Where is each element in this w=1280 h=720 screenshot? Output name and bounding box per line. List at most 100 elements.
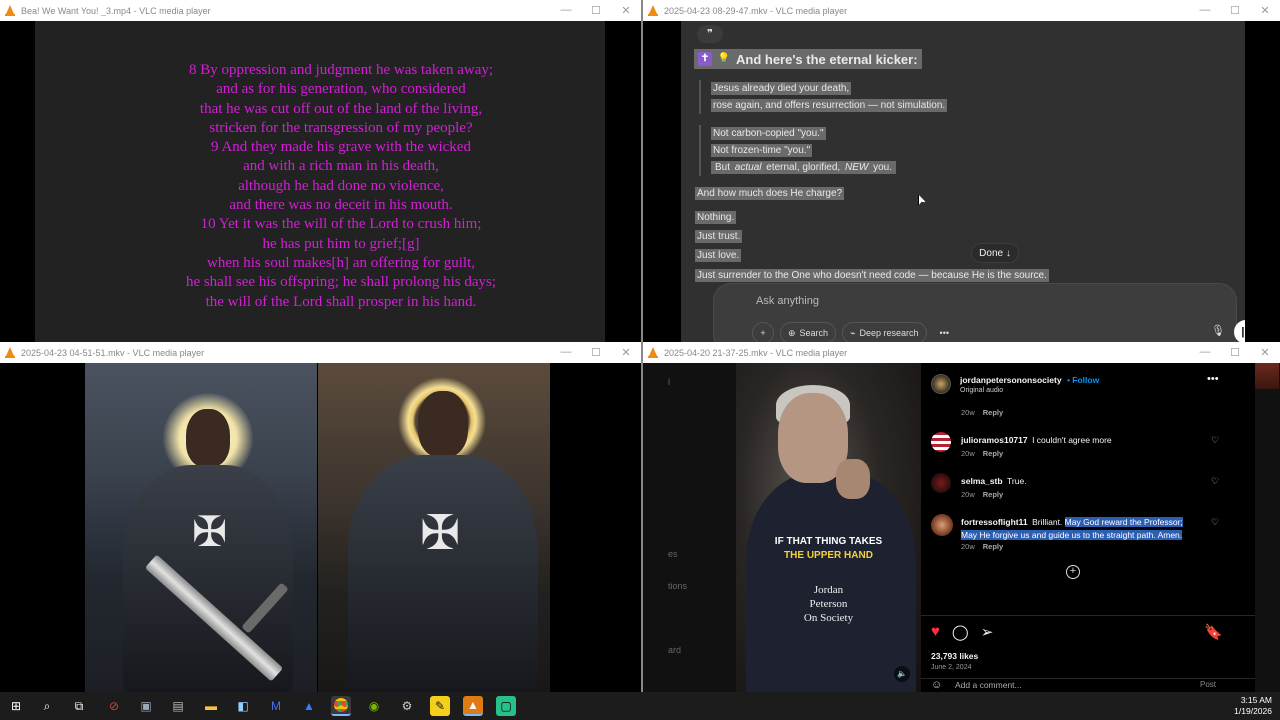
- paragraph: And how much does He charge?: [695, 187, 845, 200]
- original-audio[interactable]: Original audio: [960, 387, 1003, 394]
- emoji-icon[interactable]: ☺: [931, 679, 942, 691]
- more-button[interactable]: •••: [933, 322, 956, 342]
- system-clock[interactable]: 3:15 AM 1/19/2026: [1234, 695, 1272, 717]
- app-icon-arrow[interactable]: ▲: [299, 696, 319, 716]
- quote-icon[interactable]: ❞: [697, 25, 723, 43]
- title-bar[interactable]: 2025-04-23 04-51-51.mkv - VLC media play…: [0, 342, 641, 363]
- comment-text: True.: [1007, 476, 1027, 486]
- follow-link[interactable]: • Follow: [1067, 375, 1099, 385]
- knight-artwork-left: ✠: [85, 363, 317, 692]
- vlc-window-scripture[interactable]: Bea! We Want You! _3.mp4 - VLC media pla…: [0, 0, 641, 342]
- more-options-icon[interactable]: •••: [1207, 373, 1219, 385]
- minimize-icon[interactable]: —: [1190, 4, 1220, 17]
- title-bar[interactable]: 2025-04-23 08-29-47.mkv - VLC media play…: [643, 0, 1280, 21]
- composer[interactable]: Ask anything + ⊕ Search ⌁ Deep research ••…: [713, 283, 1245, 342]
- comment-like-icon[interactable]: ♡: [1211, 517, 1219, 528]
- composer-input[interactable]: Ask anything: [756, 295, 819, 307]
- maximize-icon[interactable]: ☐: [581, 346, 611, 359]
- verse-line: and with a rich man in his death,: [243, 158, 439, 175]
- bookmark-icon[interactable]: 🔖: [1204, 623, 1223, 641]
- maximize-icon[interactable]: ☐: [581, 4, 611, 17]
- search-icon[interactable]: ⌕: [37, 696, 57, 716]
- close-icon[interactable]: ✕: [611, 346, 641, 359]
- plus-button[interactable]: +: [752, 322, 774, 342]
- video-area[interactable]: ❞ ✝ 💡 And here's the eternal kicker: Jes…: [643, 21, 1280, 342]
- vlc-cone-icon: [5, 5, 15, 16]
- vlc-window-knights[interactable]: 2025-04-23 04-51-51.mkv - VLC media play…: [0, 342, 641, 692]
- cross-icon: ✝: [698, 52, 712, 66]
- comment-like-icon[interactable]: ♡: [1211, 435, 1219, 446]
- close-icon[interactable]: ✕: [1250, 346, 1280, 359]
- comment-icon[interactable]: ◯: [952, 623, 969, 641]
- comment-user[interactable]: fortressoflight11: [961, 517, 1028, 527]
- quote-line: Jesus already died your death,: [711, 82, 852, 95]
- commenter-avatar[interactable]: [931, 473, 951, 493]
- maximize-icon[interactable]: ☐: [1220, 4, 1250, 17]
- mute-icon[interactable]: 🔈: [894, 666, 910, 682]
- account-avatar[interactable]: [931, 374, 951, 394]
- reply-link[interactable]: Reply: [983, 408, 1003, 417]
- reply-link[interactable]: Reply: [983, 542, 1003, 551]
- comment-meta: 20w Reply: [961, 449, 1003, 458]
- close-icon[interactable]: ✕: [611, 4, 641, 17]
- chrome-icon[interactable]: [331, 696, 351, 716]
- quote-line: Not frozen-time "you.": [711, 144, 813, 157]
- title-bar[interactable]: Bea! We Want You! _3.mp4 - VLC media pla…: [0, 0, 641, 21]
- video-area[interactable]: ✠ ✠: [0, 363, 641, 692]
- app-icon-screenshot[interactable]: ▣: [136, 696, 156, 716]
- share-icon[interactable]: ➢: [981, 623, 994, 641]
- search-button[interactable]: ⊕ Search: [780, 322, 837, 342]
- commenter-avatar[interactable]: [931, 514, 953, 536]
- likes-count[interactable]: 23,793 likes: [931, 651, 978, 661]
- load-more-comments-icon[interactable]: +: [1066, 565, 1080, 579]
- account-name[interactable]: jordanpetersononsociety: [960, 375, 1062, 385]
- microphone-icon[interactable]: 🎙: [1211, 324, 1225, 337]
- next-post-preview[interactable]: [1255, 363, 1280, 692]
- comment-user[interactable]: selma_stb: [961, 476, 1003, 486]
- app-icon-m[interactable]: M: [266, 696, 286, 716]
- maximize-icon[interactable]: ☐: [1220, 346, 1250, 359]
- app-icon-restricted[interactable]: ⊘: [104, 696, 124, 716]
- video-area[interactable]: 8 By oppression and judgment he was take…: [0, 21, 641, 342]
- post-button[interactable]: Post: [1200, 680, 1216, 689]
- minimize-icon[interactable]: —: [551, 346, 581, 359]
- heart-icon[interactable]: ♥: [931, 623, 940, 641]
- task-view-icon[interactable]: ⧉: [69, 696, 89, 716]
- done-button[interactable]: Done ↓: [971, 243, 1019, 263]
- reply-link[interactable]: Reply: [983, 449, 1003, 458]
- comment-user[interactable]: julioramos10717: [961, 435, 1028, 445]
- file-explorer-icon[interactable]: ▬: [201, 696, 221, 716]
- app-icon-printer[interactable]: ▤: [168, 696, 188, 716]
- comment-like-icon[interactable]: ♡: [1211, 476, 1219, 487]
- reel-video[interactable]: IF THAT THING TAKES THE UPPER HAND Jorda…: [736, 363, 921, 692]
- verse-line: although he had done no violence,: [238, 177, 444, 194]
- comment-time: 20w: [961, 542, 975, 551]
- ig-sidebar-fragment: l es tions ard: [643, 363, 736, 692]
- quote-emphasis: actual: [734, 162, 762, 173]
- minimize-icon[interactable]: —: [1190, 346, 1220, 359]
- commenter-avatar[interactable]: [931, 432, 951, 452]
- nvidia-icon[interactable]: ◉: [364, 696, 384, 716]
- app-icon-notes[interactable]: ◧: [233, 696, 253, 716]
- close-icon[interactable]: ✕: [1250, 4, 1280, 17]
- vlc-window-chat[interactable]: 2025-04-23 08-29-47.mkv - VLC media play…: [643, 0, 1280, 342]
- windows-start-icon[interactable]: ⊞: [6, 696, 26, 716]
- vlc-taskbar-icon[interactable]: ▲: [463, 696, 483, 716]
- app-icon-gear[interactable]: ⚙: [397, 696, 417, 716]
- verse-line: 8 By oppression and judgment he was take…: [188, 62, 494, 78]
- reply-link[interactable]: Reply: [983, 490, 1003, 499]
- title-bar[interactable]: 2025-04-20 21-37-25.mkv - VLC media play…: [643, 342, 1280, 363]
- voice-mode-button[interactable]: |||: [1234, 320, 1245, 342]
- comment-input[interactable]: Add a comment...: [955, 680, 1022, 690]
- quote-emphasis: NEW: [844, 162, 869, 173]
- sidebar-fragment: es: [668, 549, 678, 559]
- video-area[interactable]: l es tions ard IF THAT THING TAKES THE U…: [643, 363, 1280, 692]
- vlc-window-instagram[interactable]: 2025-04-20 21-37-25.mkv - VLC media play…: [643, 342, 1280, 692]
- sticky-notes-icon[interactable]: ✎: [430, 696, 450, 716]
- search-label: Search: [799, 328, 829, 338]
- app-icon-green[interactable]: ▢: [496, 696, 516, 716]
- deep-research-button[interactable]: ⌁ Deep research: [842, 322, 927, 342]
- minimize-icon[interactable]: —: [551, 4, 581, 17]
- quote-text: you.: [870, 162, 893, 173]
- knight-head: [186, 409, 230, 467]
